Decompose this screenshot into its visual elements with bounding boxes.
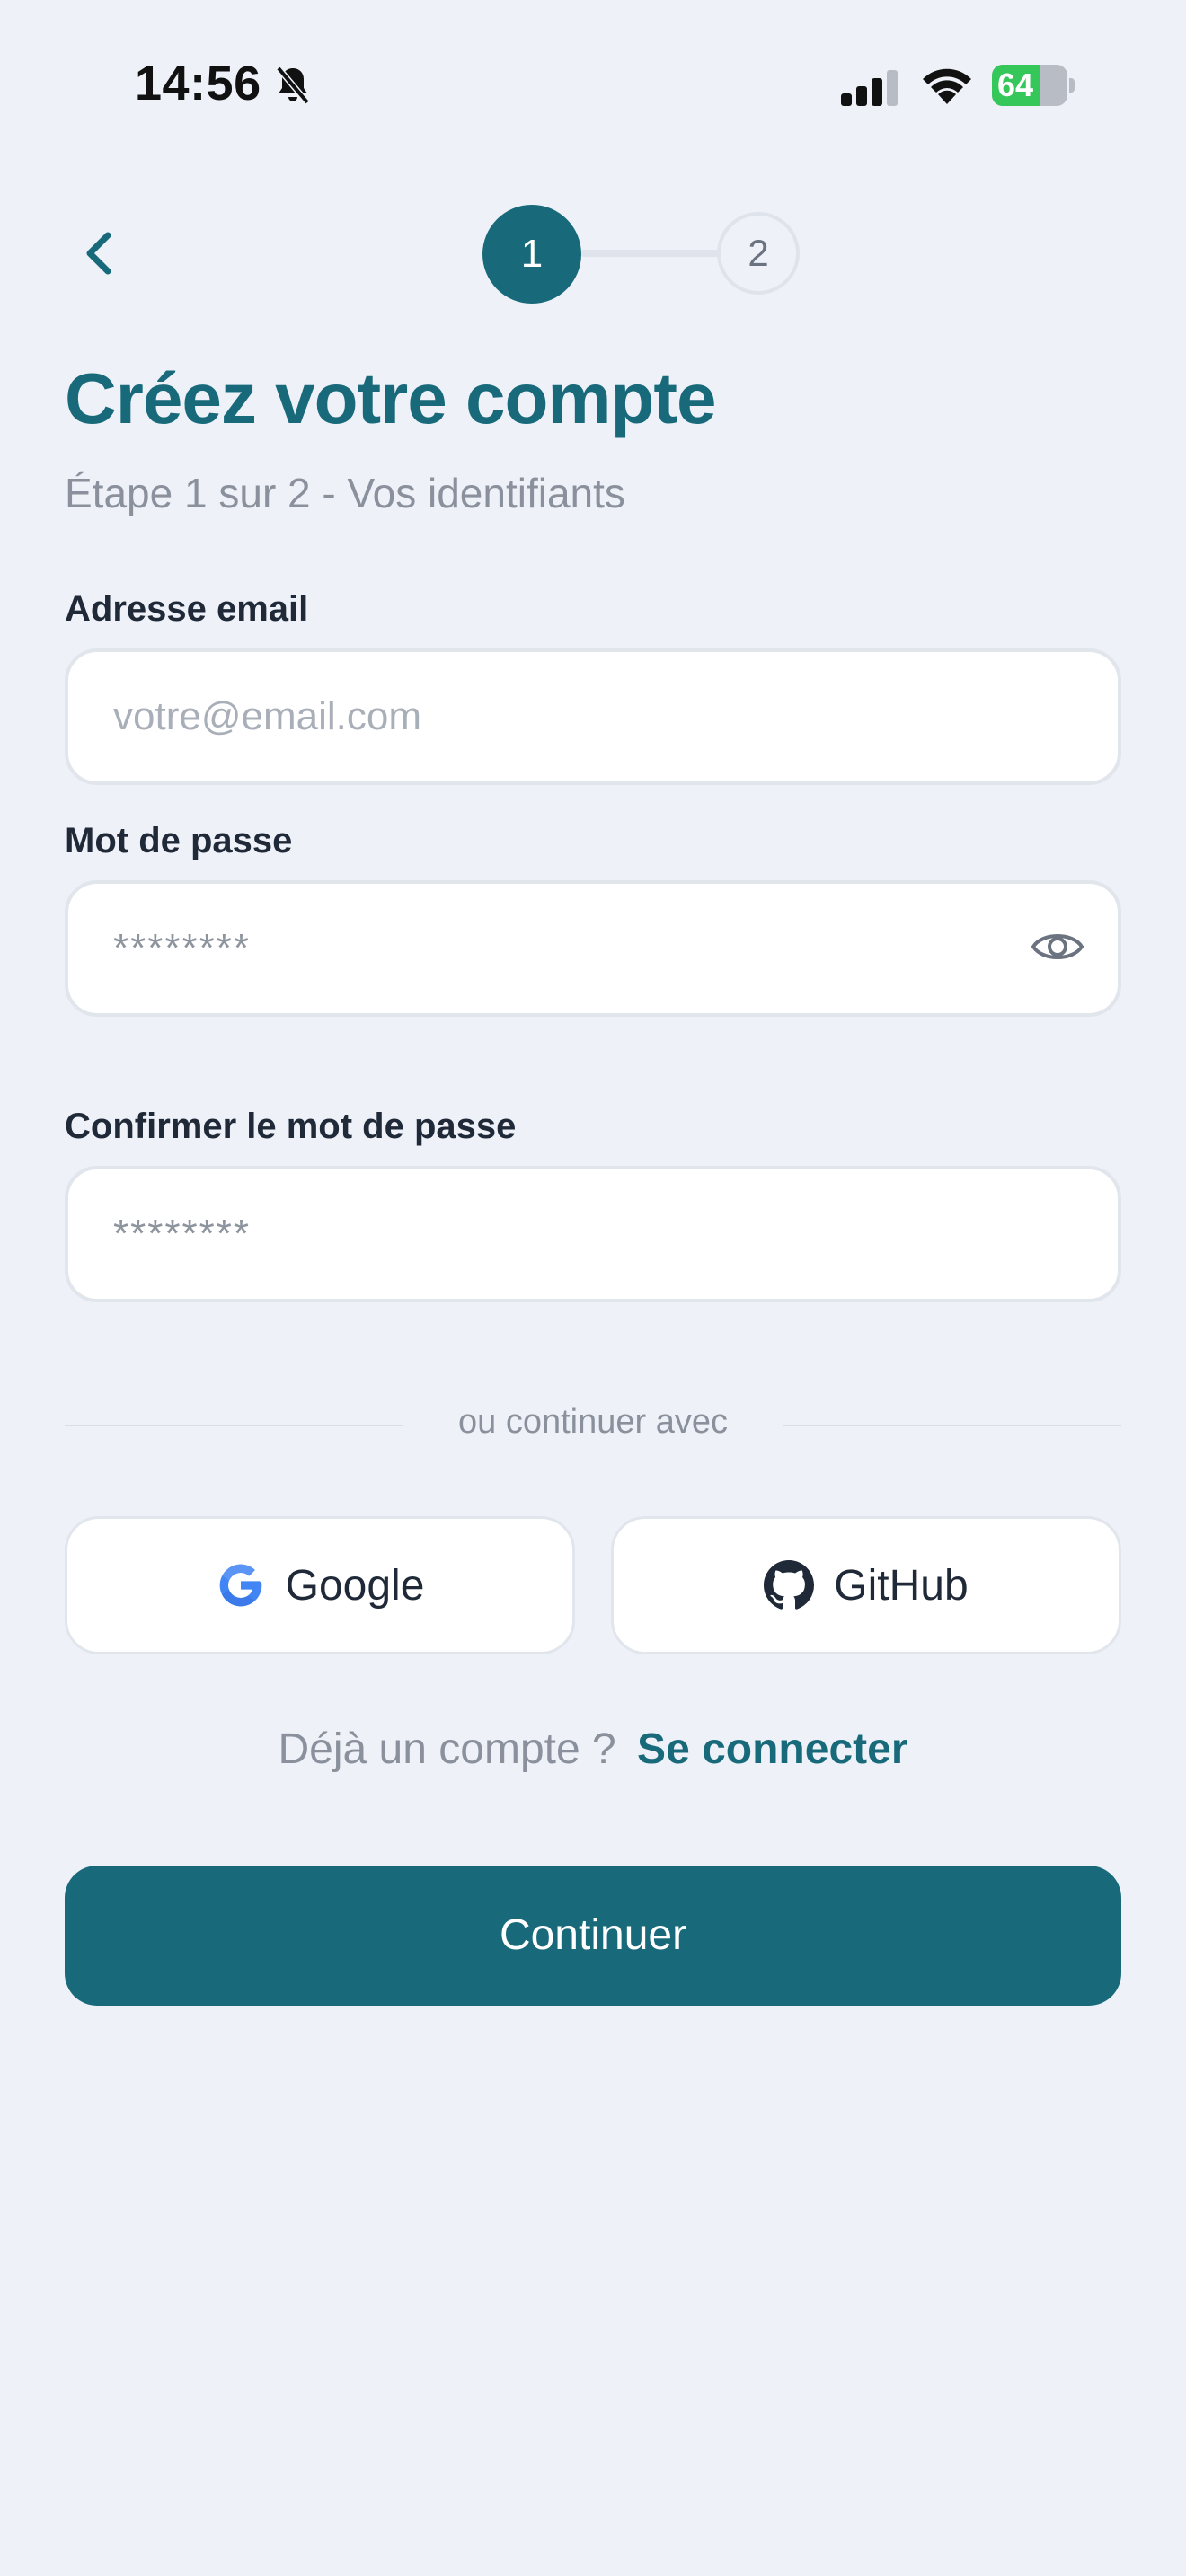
github-button[interactable]: GitHub (611, 1516, 1121, 1654)
stepper-connector (580, 250, 724, 257)
confirm-password-label: Confirmer le mot de passe (65, 1107, 517, 1146)
google-button[interactable]: Google (65, 1516, 575, 1654)
password-placeholder: ******** (113, 926, 251, 970)
eye-icon[interactable] (1030, 925, 1085, 968)
password-field[interactable]: ******** (65, 880, 1121, 1017)
email-field[interactable]: votre@email.com (65, 648, 1121, 785)
page-subtitle: Étape 1 sur 2 - Vos identifiants (65, 470, 625, 516)
step-1-active: 1 (482, 205, 581, 304)
email-label: Adresse email (65, 589, 309, 629)
page-title: Créez votre compte (65, 358, 716, 438)
google-label: Google (285, 1561, 425, 1610)
battery-icon: 64 (992, 65, 1075, 106)
wifi-icon (923, 68, 971, 104)
step-2: 2 (717, 212, 800, 295)
github-icon (764, 1560, 815, 1610)
signin-question: Déjà un compte ? (278, 1725, 616, 1773)
github-label: GitHub (834, 1561, 969, 1610)
status-time: 14:56 (135, 57, 261, 110)
continue-button[interactable]: Continuer (65, 1866, 1121, 2006)
password-label: Mot de passe (65, 821, 293, 860)
battery-percent: 64 (997, 66, 1034, 103)
chevron-left-icon[interactable] (75, 225, 126, 282)
email-placeholder: votre@email.com (113, 694, 421, 738)
signal-icon (841, 70, 898, 106)
divider-right (783, 1425, 1121, 1426)
divider-text: ou continuer avec (458, 1403, 728, 1441)
google-icon (219, 1564, 261, 1607)
bell-slash-icon (276, 66, 310, 105)
signin-prompt: Déjà un compte ? Se connecter (0, 1725, 1186, 1774)
signin-link[interactable]: Se connecter (637, 1725, 907, 1773)
confirm-password-field[interactable]: ******** (65, 1166, 1121, 1302)
confirm-password-placeholder: ******** (113, 1212, 251, 1256)
